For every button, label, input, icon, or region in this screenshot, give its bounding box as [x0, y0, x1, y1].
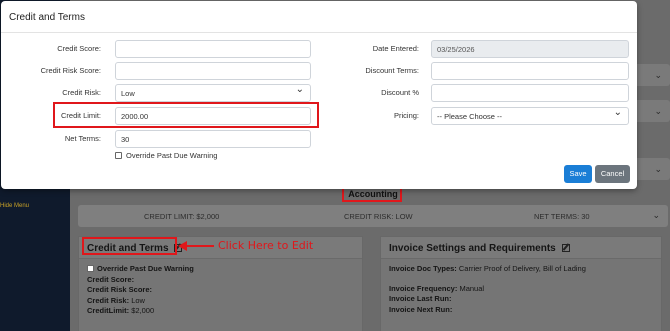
save-button[interactable]: Save	[564, 165, 592, 183]
edit-icon[interactable]	[561, 244, 570, 252]
date-entered-input: 03/25/2026	[431, 40, 629, 58]
callout-click-here-to-edit: Click Here to Edit	[218, 239, 314, 252]
credit-terms-modal: Credit and Terms Credit Score: Credit Ri…	[1, 1, 637, 189]
last-run-label: Invoice Last Run:	[389, 294, 452, 303]
credit-risk-select[interactable]: Low	[115, 84, 311, 102]
credit-risk-score-label: Credit Risk Score:	[87, 285, 153, 294]
modal-header: Credit and Terms	[1, 1, 637, 33]
chevron-down-icon: ⌄	[654, 106, 662, 116]
net-terms-label: Net Terms:	[64, 134, 101, 143]
chevron-down-icon: ⌄	[654, 164, 662, 174]
override-label: Override Past Due Warning	[97, 264, 194, 273]
discount-percent-label: Discount %	[381, 88, 419, 97]
stat-credit-limit: CREDIT LIMIT: $2,000	[144, 212, 220, 221]
credit-score-label: Credit Score:	[57, 44, 101, 53]
highlight-box-credit-terms	[82, 237, 177, 255]
override-past-due-checkbox[interactable]	[115, 152, 122, 159]
discount-terms-input[interactable]	[431, 62, 629, 80]
credit-risk-value: Low	[131, 295, 145, 305]
chevron-down-icon: ⌄	[652, 210, 660, 220]
discount-percent-input[interactable]	[431, 84, 629, 102]
override-past-due-label: Override Past Due Warning	[126, 151, 218, 160]
credit-risk-score-input[interactable]	[115, 62, 311, 80]
frequency-value: Manual	[459, 283, 485, 293]
cancel-button[interactable]: Cancel	[595, 165, 630, 183]
override-checkbox-readonly	[87, 265, 94, 272]
doc-types-value: Carrier Proof of Delivery, Bill of Ladin…	[458, 264, 586, 273]
chevron-down-icon: ⌄	[654, 70, 662, 80]
stat-net-terms: NET TERMS: 30	[534, 212, 590, 221]
date-entered-label: Date Entered:	[372, 44, 419, 53]
hide-menu-link[interactable]: Hide Menu	[0, 203, 29, 209]
credit-limit-label: CreditLimit:	[87, 306, 130, 315]
frequency-label: Invoice Frequency:	[389, 283, 458, 293]
accounting-summary-bar[interactable]: CREDIT LIMIT: $2,000 CREDIT RISK: LOW NE…	[78, 205, 668, 227]
credit-risk-score-label: Credit Risk Score:	[40, 66, 101, 75]
credit-limit-value: $2,000	[131, 306, 155, 315]
net-terms-input[interactable]: 30	[115, 130, 311, 148]
invoice-settings-panel-header: Invoice Settings and Requirements	[381, 237, 661, 259]
pricing-label: Pricing:	[393, 111, 419, 120]
invoice-settings-panel: Invoice Settings and Requirements Invoic…	[380, 236, 662, 331]
doc-types-label: Invoice Doc Types:	[389, 264, 457, 273]
discount-terms-label: Discount Terms:	[365, 66, 419, 75]
credit-score-label: Credit Score:	[87, 274, 135, 284]
invoice-settings-panel-title: Invoice Settings and Requirements	[389, 243, 556, 254]
credit-risk-label: Credit Risk:	[62, 88, 101, 97]
highlight-box-credit-limit	[53, 102, 319, 128]
credit-score-input[interactable]	[115, 40, 311, 58]
credit-risk-label: Credit Risk:	[87, 295, 130, 305]
arrow-line	[186, 245, 214, 247]
pricing-select[interactable]: -- Please Choose --	[431, 107, 629, 125]
stat-credit-risk: CREDIT RISK: LOW	[344, 212, 413, 221]
next-run-label: Invoice Next Run:	[389, 304, 453, 314]
modal-title: Credit and Terms	[9, 12, 85, 23]
